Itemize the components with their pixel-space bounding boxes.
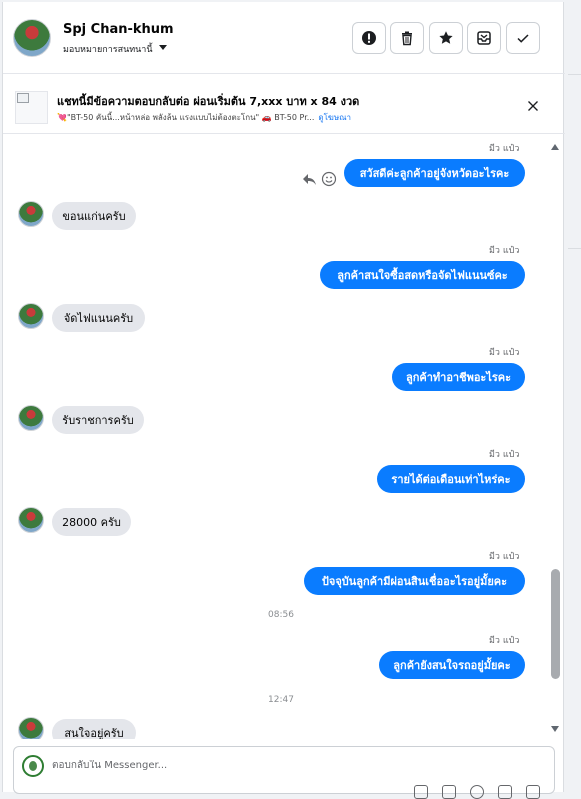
close-banner-button[interactable] xyxy=(525,98,541,114)
outgoing-message[interactable]: ลูกค้าสนใจซื้อสดหรือจัดไฟแนนซ์คะ xyxy=(320,261,525,289)
emoji-icon[interactable] xyxy=(470,785,484,799)
contact-avatar-small xyxy=(18,405,44,431)
trash-icon xyxy=(402,31,412,46)
ad-title: แชทนี้มีข้อความตอบกลับต่อ ผ่อนเริ่มต้น 7… xyxy=(57,95,360,108)
incoming-message[interactable]: รับราชการครับ xyxy=(52,406,144,434)
seen-receipt: มีว แป๋ว xyxy=(489,348,520,358)
assign-conversation-dropdown[interactable]: มอบหมายการสนทนานี้ xyxy=(63,42,153,56)
attachment-icon[interactable] xyxy=(414,785,428,799)
mark-spam-button[interactable] xyxy=(352,22,386,54)
smiley-icon[interactable] xyxy=(321,171,337,187)
delete-button[interactable] xyxy=(390,22,424,54)
saved-reply-icon[interactable] xyxy=(442,785,456,799)
outgoing-message[interactable]: ปัจจุบันลูกค้ามีผ่อนสินเชื่ออะไรอยู่มั้ย… xyxy=(304,567,525,595)
seen-receipt: มีว แป๋ว xyxy=(489,552,520,562)
reply-icon[interactable] xyxy=(301,171,317,187)
page-avatar[interactable] xyxy=(22,755,44,777)
close-icon xyxy=(528,101,538,111)
conversation-panel: Spj Chan-khum มอบหมายการสนทนานี้ แชทนี้ม… xyxy=(2,2,565,799)
scroll-up-arrow[interactable] xyxy=(551,144,559,150)
more-options-icon[interactable] xyxy=(526,785,540,799)
ad-thumbnail-image xyxy=(15,91,48,124)
contact-avatar-small xyxy=(18,507,44,533)
app-frame: Spj Chan-khum มอบหมายการสนทนานี้ แชทนี้ม… xyxy=(0,0,581,799)
incoming-message[interactable]: สนใจอยู่ครับ xyxy=(52,719,136,739)
reply-composer xyxy=(13,746,555,799)
right-sidebar-edge xyxy=(565,0,581,792)
message-thread: มีว แป๋ว สวัสดีค่ะลูกค้าอยู่จังหวัดอะไรค… xyxy=(3,135,549,739)
star-icon xyxy=(439,31,453,44)
contact-avatar-small xyxy=(18,303,44,329)
star-button[interactable] xyxy=(429,22,463,54)
ad-description-text: 💘"BT-50 คันนี้...หน้าหล่อ พลังล้น แรงแบบ… xyxy=(57,113,315,122)
alert-icon xyxy=(362,31,376,45)
ad-reference-banner: แชทนี้มีข้อความตอบกลับต่อ ผ่อนเริ่มต้น 7… xyxy=(3,74,565,134)
seen-receipt: มีว แป๋ว xyxy=(489,450,520,460)
mark-done-button[interactable] xyxy=(506,22,540,54)
seen-receipt: มีว แป๋ว xyxy=(489,636,520,646)
archive-button[interactable] xyxy=(467,22,501,54)
like-icon[interactable] xyxy=(498,785,512,799)
ad-description: 💘"BT-50 คันนี้...หน้าหล่อ พลังล้น แรงแบบ… xyxy=(57,111,447,124)
seen-receipt: มีว แป๋ว xyxy=(489,144,520,154)
checkmark-icon xyxy=(517,34,529,43)
outgoing-message[interactable]: ลูกค้ายังสนใจรถอยู่มั้ยคะ xyxy=(379,651,525,679)
contact-avatar[interactable] xyxy=(13,19,51,57)
timestamp-divider: 12:47 xyxy=(268,695,294,705)
outgoing-message[interactable]: รายได้ต่อเดือนเท่าไหร่คะ xyxy=(377,465,525,493)
conversation-header: Spj Chan-khum มอบหมายการสนทนานี้ xyxy=(3,2,565,74)
chevron-down-icon[interactable] xyxy=(159,45,167,50)
composer-toolbar xyxy=(414,785,540,799)
outgoing-message[interactable]: ลูกค้าทำอาชีพอะไรคะ xyxy=(392,363,525,391)
sidebar-divider xyxy=(568,74,581,75)
sidebar-divider xyxy=(568,248,581,249)
outgoing-message[interactable]: สวัสดีค่ะลูกค้าอยู่จังหวัดอะไรคะ xyxy=(344,159,525,187)
incoming-message[interactable]: 28000 ครับ xyxy=(52,508,131,536)
timestamp-divider: 08:56 xyxy=(268,610,294,620)
contact-avatar-small xyxy=(18,717,44,739)
reply-input[interactable] xyxy=(52,760,452,771)
view-ad-link[interactable]: ดูโฆษณา xyxy=(318,113,351,122)
scroll-down-arrow[interactable] xyxy=(551,726,559,732)
seen-receipt: มีว แป๋ว xyxy=(489,246,520,256)
incoming-message[interactable]: ขอนแก่นครับ xyxy=(52,202,136,230)
scrollbar-thumb[interactable] xyxy=(551,569,560,679)
archive-icon xyxy=(477,31,491,45)
contact-avatar-small xyxy=(18,201,44,227)
incoming-message[interactable]: จัดไฟแนนครับ xyxy=(52,304,145,332)
contact-name[interactable]: Spj Chan-khum xyxy=(63,22,174,37)
